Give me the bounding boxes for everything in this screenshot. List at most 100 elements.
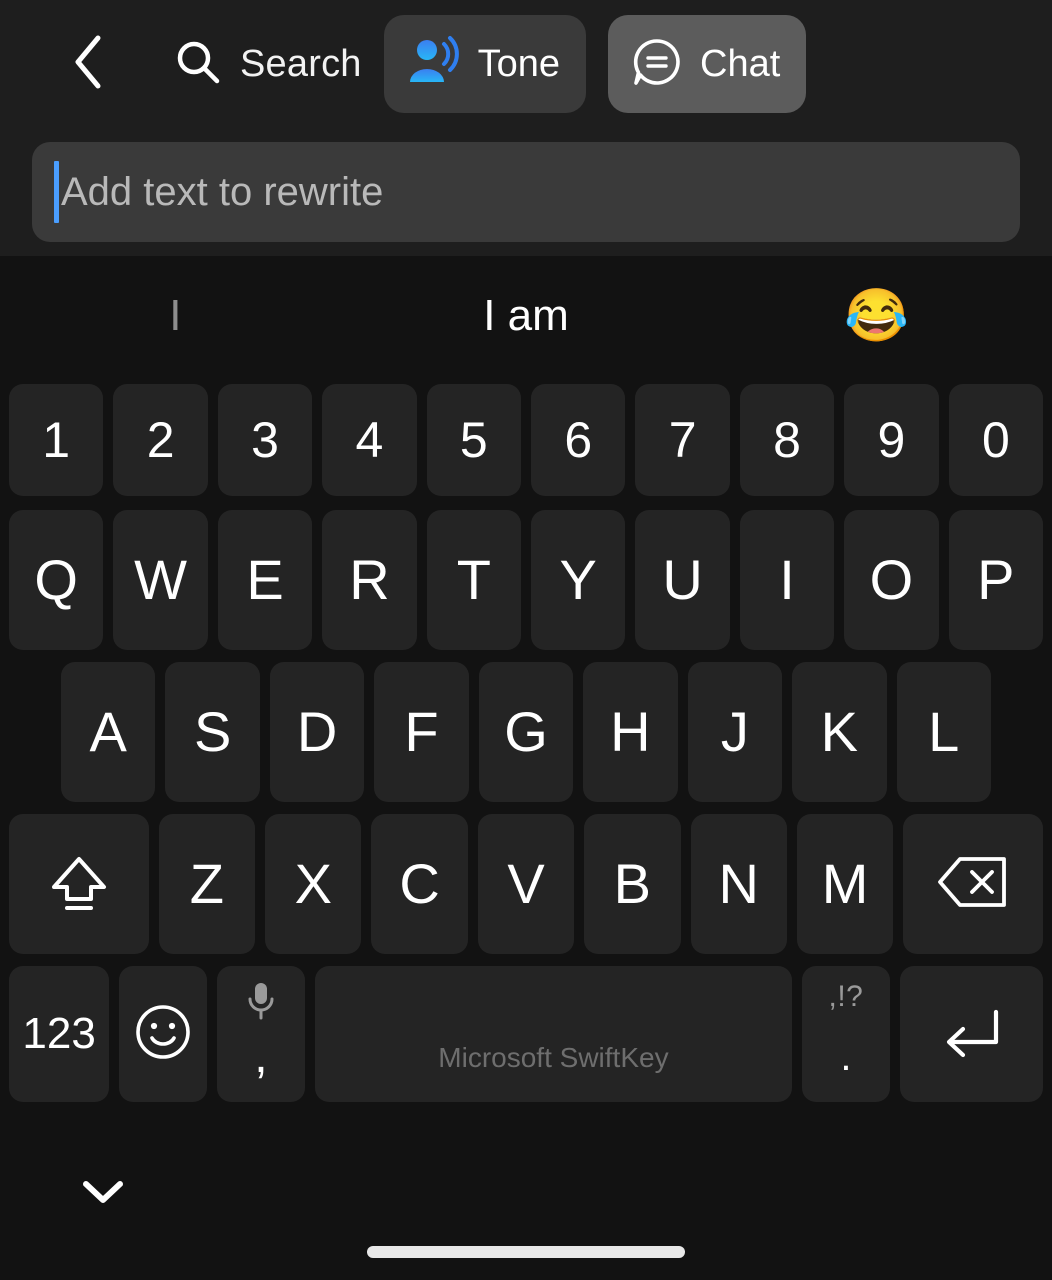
- key-a[interactable]: A: [61, 662, 156, 802]
- key-label: 4: [355, 412, 384, 468]
- key-6[interactable]: 6: [531, 384, 626, 496]
- search-button[interactable]: Search: [174, 38, 362, 91]
- key-n[interactable]: N: [690, 814, 787, 954]
- key-label: 0: [981, 412, 1010, 468]
- keyboard-screen: Search Tone Chat Add text to rewrite I I…: [0, 0, 1052, 1280]
- smiley-face-icon: [132, 1001, 194, 1068]
- key-u[interactable]: U: [635, 510, 730, 650]
- suggestion-item-1[interactable]: I: [0, 256, 351, 376]
- chevron-down-icon: [80, 1177, 126, 1212]
- key-e[interactable]: E: [217, 510, 313, 650]
- key-label: P: [977, 548, 1015, 611]
- period-key[interactable]: ,!? .: [802, 966, 890, 1102]
- key-label: W: [134, 548, 188, 611]
- key-label: H: [610, 700, 651, 763]
- key-3[interactable]: 3: [217, 384, 313, 496]
- numeric-mode-key[interactable]: 123: [9, 966, 110, 1102]
- key-label: 5: [459, 412, 488, 468]
- key-8[interactable]: 8: [739, 384, 835, 496]
- suggestion-item-2[interactable]: I am: [351, 256, 702, 376]
- enter-key[interactable]: [899, 966, 1044, 1102]
- tone-tab[interactable]: Tone: [383, 15, 587, 113]
- key-label: K: [820, 700, 858, 763]
- microphone-icon[interactable]: [244, 980, 278, 1029]
- key-k[interactable]: K: [792, 662, 887, 802]
- suggestion-item-emoji[interactable]: 😂: [701, 256, 1052, 376]
- person-sound-waves-icon: [406, 34, 462, 95]
- suggestion-label: I am: [483, 291, 569, 340]
- space-key[interactable]: Microsoft SwiftKey: [314, 966, 793, 1102]
- key-label: R: [349, 548, 390, 611]
- key-4[interactable]: 4: [322, 384, 417, 496]
- rewrite-input-placeholder: Add text to rewrite: [61, 169, 384, 214]
- key-9[interactable]: 9: [844, 384, 939, 496]
- key-2[interactable]: 2: [113, 384, 208, 496]
- chat-tab[interactable]: Chat: [608, 15, 807, 113]
- key-j[interactable]: J: [687, 662, 783, 802]
- virtual-keyboard: 1 2 3 4 5 6 7 8 9 0 Q W E R T Y U I O P …: [0, 376, 1052, 1142]
- keyboard-row-function: 123 , Microsoft SwiftKey ,!? .: [0, 960, 1052, 1112]
- key-f[interactable]: F: [374, 662, 469, 802]
- key-t[interactable]: T: [426, 510, 522, 650]
- key-g[interactable]: G: [478, 662, 574, 802]
- chevron-left-icon: [71, 33, 105, 96]
- key-label: I: [779, 548, 795, 611]
- key-i[interactable]: I: [739, 510, 835, 650]
- key-5[interactable]: 5: [426, 384, 522, 496]
- text-caret: [54, 161, 59, 223]
- key-o[interactable]: O: [844, 510, 939, 650]
- key-r[interactable]: R: [322, 510, 417, 650]
- punctuation-alt-label: ,!?: [828, 980, 864, 1013]
- key-label: C: [399, 852, 440, 915]
- chat-bubble-equals-icon: [630, 35, 684, 94]
- key-l[interactable]: L: [896, 662, 991, 802]
- home-indicator-bar[interactable]: [367, 1246, 685, 1258]
- key-label: 9: [877, 412, 906, 468]
- suggestion-bar: I I am 😂: [0, 256, 1052, 376]
- key-label: U: [662, 548, 703, 611]
- key-label: G: [504, 700, 548, 763]
- key-7[interactable]: 7: [635, 384, 730, 496]
- keyboard-row-bottom-letters: Z X C V B N M: [0, 808, 1052, 960]
- key-label: 3: [251, 412, 279, 468]
- key-label: T: [456, 548, 491, 611]
- key-v[interactable]: V: [477, 814, 575, 954]
- emoji-key[interactable]: [119, 966, 208, 1102]
- key-z[interactable]: Z: [158, 814, 256, 954]
- key-label: E: [246, 548, 284, 611]
- backspace-delete-icon: [934, 851, 1012, 918]
- key-d[interactable]: D: [269, 662, 365, 802]
- keyboard-row-top: Q W E R T Y U I O P: [0, 504, 1052, 656]
- key-w[interactable]: W: [113, 510, 208, 650]
- key-y[interactable]: Y: [531, 510, 626, 650]
- key-x[interactable]: X: [265, 814, 362, 954]
- key-label: V: [507, 852, 545, 915]
- numeric-mode-label: 123: [22, 1009, 96, 1058]
- shift-caps-icon: [42, 845, 116, 924]
- key-p[interactable]: P: [948, 510, 1044, 650]
- key-label: L: [928, 700, 960, 763]
- key-b[interactable]: B: [584, 814, 681, 954]
- search-icon: [174, 38, 222, 91]
- keyboard-row-home: A S D F G H J K L: [0, 656, 1052, 808]
- key-h[interactable]: H: [583, 662, 678, 802]
- key-q[interactable]: Q: [9, 510, 104, 650]
- key-label: Q: [34, 548, 78, 611]
- rewrite-input[interactable]: Add text to rewrite: [32, 142, 1020, 242]
- suggestion-label: I: [169, 291, 182, 340]
- back-button[interactable]: [50, 26, 126, 102]
- key-0[interactable]: 0: [948, 384, 1044, 496]
- shift-key[interactable]: [9, 814, 149, 954]
- dismiss-keyboard-button[interactable]: [70, 1164, 136, 1224]
- key-label: F: [404, 700, 439, 763]
- key-m[interactable]: M: [796, 814, 894, 954]
- backspace-key[interactable]: [903, 814, 1043, 954]
- comma-key[interactable]: ,: [217, 966, 305, 1102]
- comma-label: ,: [254, 1030, 268, 1083]
- rewrite-input-container: Add text to rewrite: [0, 128, 1052, 256]
- key-c[interactable]: C: [371, 814, 468, 954]
- key-1[interactable]: 1: [9, 384, 104, 496]
- key-s[interactable]: S: [165, 662, 260, 802]
- bottom-bar: [0, 1142, 1052, 1280]
- enter-return-icon: [934, 1002, 1008, 1067]
